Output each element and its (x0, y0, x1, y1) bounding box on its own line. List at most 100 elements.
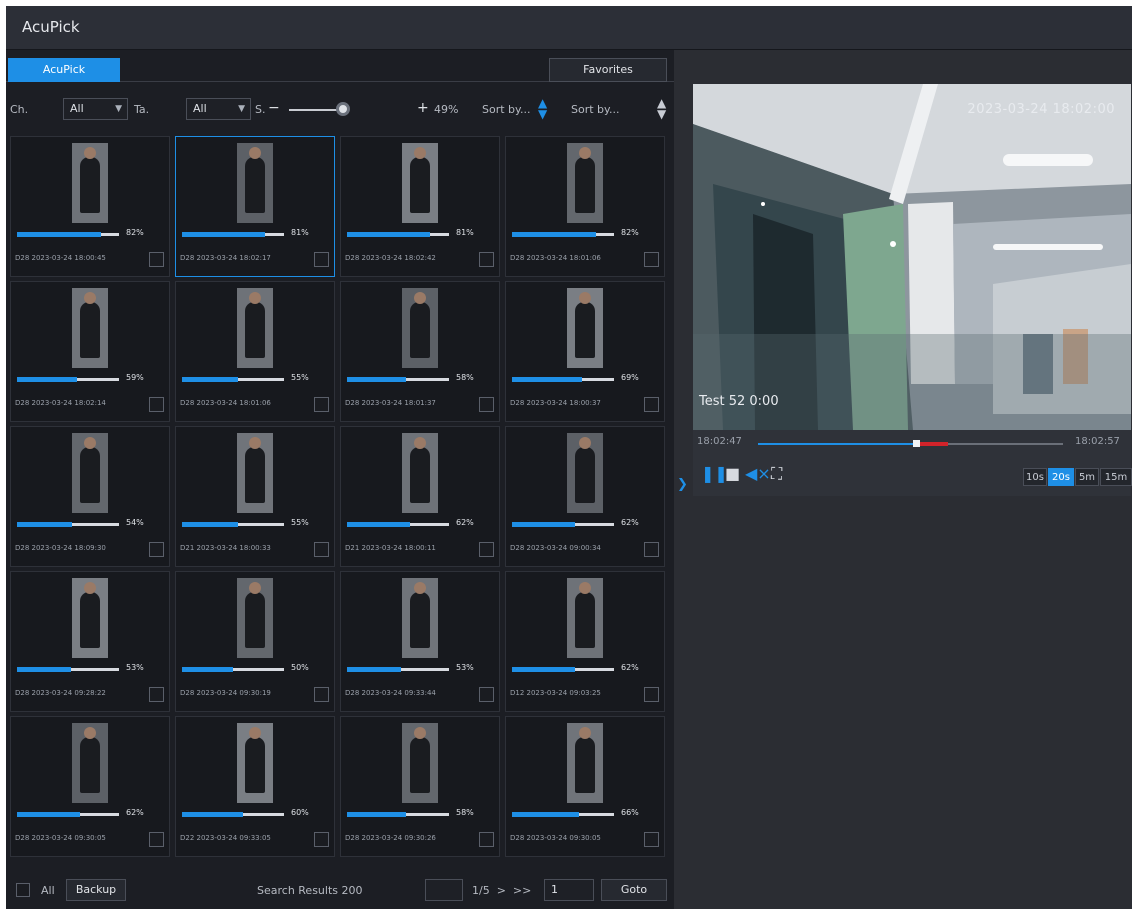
result-card[interactable]: 81% D28 2023-03-24 18:02:42 (340, 136, 500, 277)
person-thumbnail[interactable] (237, 723, 273, 803)
sort-icon[interactable]: ▲ ▼ (657, 97, 666, 120)
channel-select[interactable]: All ▼ (63, 98, 128, 120)
speed-option[interactable]: 15m (1100, 468, 1132, 486)
result-checkbox[interactable] (314, 687, 329, 702)
result-checkbox[interactable] (149, 832, 164, 847)
result-checkbox[interactable] (644, 832, 659, 847)
similarity-slider-handle[interactable] (336, 102, 350, 116)
result-checkbox[interactable] (644, 252, 659, 267)
goto-button[interactable]: Goto (601, 879, 667, 901)
prev-page-button[interactable] (425, 879, 463, 901)
result-card[interactable]: 53% D28 2023-03-24 09:33:44 (340, 571, 500, 712)
person-thumbnail[interactable] (72, 578, 108, 658)
last-page-icon[interactable]: >> (513, 884, 531, 897)
result-checkbox[interactable] (149, 687, 164, 702)
result-checkbox[interactable] (479, 832, 494, 847)
person-thumbnail[interactable] (567, 578, 603, 658)
person-body (80, 302, 100, 358)
result-card[interactable]: 81% D28 2023-03-24 18:02:17 (175, 136, 335, 277)
result-checkbox[interactable] (644, 687, 659, 702)
person-thumbnail[interactable] (402, 143, 438, 223)
result-card[interactable]: 50% D28 2023-03-24 09:30:19 (175, 571, 335, 712)
filter-bar: Ch. All ▼ Ta. All ▼ S. − + 49% Sort by..… (6, 97, 674, 122)
result-card[interactable]: 62% D12 2023-03-24 09:03:25 (505, 571, 665, 712)
mute-icon[interactable]: ◀× (745, 464, 771, 483)
result-card[interactable]: 82% D28 2023-03-24 18:00:45 (10, 136, 170, 277)
person-thumbnail[interactable] (402, 288, 438, 368)
type-select[interactable]: All ▼ (186, 98, 251, 120)
result-card[interactable]: 55% D21 2023-03-24 18:00:33 (175, 426, 335, 567)
decrease-icon[interactable]: − (268, 100, 280, 116)
result-card[interactable]: 82% D28 2023-03-24 18:01:06 (505, 136, 665, 277)
person-thumbnail[interactable] (567, 723, 603, 803)
sort-by-1[interactable]: Sort by... (482, 103, 530, 116)
result-card[interactable]: 60% D22 2023-03-24 09:33:05 (175, 716, 335, 857)
similarity-bar (347, 232, 449, 237)
person-thumbnail[interactable] (567, 288, 603, 368)
speed-option[interactable]: 5m (1075, 468, 1099, 486)
result-card[interactable]: 55% D28 2023-03-24 18:01:06 (175, 281, 335, 422)
result-card[interactable]: 53% D28 2023-03-24 09:28:22 (10, 571, 170, 712)
result-checkbox[interactable] (149, 252, 164, 267)
select-all-checkbox[interactable] (16, 883, 30, 897)
result-card[interactable]: 69% D28 2023-03-24 18:00:37 (505, 281, 665, 422)
result-card[interactable]: 66% D28 2023-03-24 09:30:05 (505, 716, 665, 857)
snapshot-icon[interactable]: ⛶ (771, 464, 782, 484)
person-thumbnail[interactable] (72, 143, 108, 223)
similarity-bar (17, 522, 119, 527)
person-head (84, 727, 96, 739)
result-card[interactable]: 62% D28 2023-03-24 09:30:05 (10, 716, 170, 857)
page-input[interactable]: 1 (544, 879, 594, 901)
result-checkbox[interactable] (314, 252, 329, 267)
progress-handle[interactable] (912, 440, 920, 447)
result-card[interactable]: 62% D21 2023-03-24 18:00:11 (340, 426, 500, 567)
similarity-percent: 81% (291, 228, 309, 237)
result-checkbox[interactable] (314, 542, 329, 557)
result-checkbox[interactable] (479, 542, 494, 557)
collapse-icon[interactable]: ❯ (677, 477, 688, 492)
video-player[interactable]: 2023-03-24 18:02:00 Test 52 0:00 (693, 84, 1131, 430)
sort-icon[interactable]: ▲ ▼ (538, 97, 547, 120)
person-thumbnail[interactable] (237, 288, 273, 368)
person-thumbnail[interactable] (237, 433, 273, 513)
person-thumbnail[interactable] (237, 143, 273, 223)
person-head (414, 727, 426, 739)
person-thumbnail[interactable] (72, 433, 108, 513)
person-thumbnail[interactable] (567, 433, 603, 513)
pause-icon[interactable]: ❚❚ (701, 464, 728, 483)
stop-icon[interactable]: ■ (725, 464, 740, 483)
person-thumbnail[interactable] (567, 143, 603, 223)
speed-option[interactable]: 10s (1023, 468, 1047, 486)
person-thumbnail[interactable] (402, 578, 438, 658)
result-card[interactable]: 58% D28 2023-03-24 09:30:26 (340, 716, 500, 857)
person-thumbnail[interactable] (402, 433, 438, 513)
increase-icon[interactable]: + (417, 100, 429, 116)
person-thumbnail[interactable] (72, 288, 108, 368)
result-checkbox[interactable] (149, 397, 164, 412)
result-checkbox[interactable] (314, 397, 329, 412)
result-checkbox[interactable] (149, 542, 164, 557)
result-timestamp: D28 2023-03-24 18:02:14 (15, 399, 106, 407)
result-checkbox[interactable] (479, 252, 494, 267)
result-card[interactable]: 58% D28 2023-03-24 18:01:37 (340, 281, 500, 422)
result-checkbox[interactable] (479, 687, 494, 702)
backup-button[interactable]: Backup (66, 879, 126, 901)
next-page-icon[interactable]: > (493, 884, 509, 897)
speed-option[interactable]: 20s (1048, 468, 1074, 486)
person-thumbnail[interactable] (237, 578, 273, 658)
favorites-button[interactable]: Favorites (549, 58, 667, 82)
result-checkbox[interactable] (644, 397, 659, 412)
result-card[interactable]: 54% D28 2023-03-24 18:09:30 (10, 426, 170, 567)
result-checkbox[interactable] (644, 542, 659, 557)
sort-by-2[interactable]: Sort by... (571, 103, 619, 116)
person-thumbnail[interactable] (72, 723, 108, 803)
playback-progress[interactable] (758, 440, 1063, 447)
page-indicator: 1/5 > >> (472, 884, 531, 897)
result-checkbox[interactable] (479, 397, 494, 412)
person-thumbnail[interactable] (402, 723, 438, 803)
tab-acupick[interactable]: AcuPick (8, 58, 120, 82)
person-body (410, 592, 430, 648)
result-card[interactable]: 59% D28 2023-03-24 18:02:14 (10, 281, 170, 422)
result-card[interactable]: 62% D28 2023-03-24 09:00:34 (505, 426, 665, 567)
result-checkbox[interactable] (314, 832, 329, 847)
